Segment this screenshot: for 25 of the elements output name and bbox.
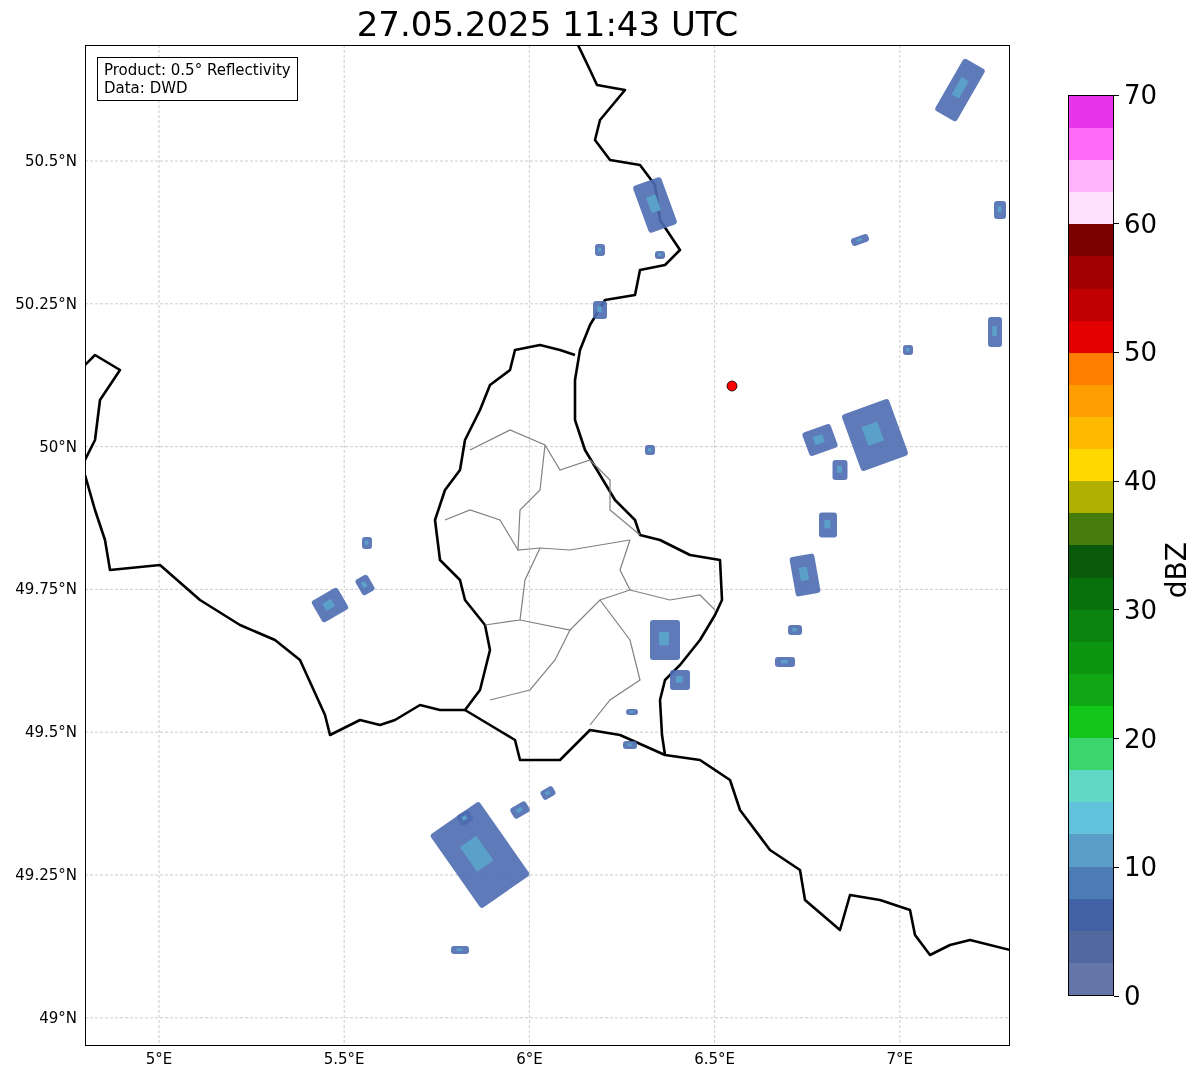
scale-label: 30	[1124, 596, 1158, 623]
chart-title: 27.05.2025 11:43 UTC	[356, 7, 739, 45]
latitude-label: 49.25°N	[15, 866, 77, 884]
scale-label: 10	[1124, 854, 1158, 881]
longitude-label: 5.5°E	[323, 1050, 365, 1068]
location-marker-icon	[726, 380, 738, 392]
legend-text: Product: 0.5° Reflectivity	[104, 61, 291, 79]
latitude-label: 50°N	[39, 437, 77, 456]
latitude-label: 49.5°N	[24, 723, 77, 742]
scale-label: 50	[1124, 339, 1158, 366]
scale-label: 70	[1124, 82, 1158, 108]
legend-text: Data: DWD	[104, 79, 189, 97]
latitude-label: 50.25°N	[15, 294, 77, 313]
scale-unit-label: dBZ	[1160, 542, 1193, 599]
latitude-label: 49.75°N	[15, 580, 77, 599]
latitude-label: 50.5°N	[24, 152, 77, 170]
scale-label: 20	[1124, 725, 1158, 752]
longitude-label: 5°E	[145, 1050, 173, 1068]
scale-label: 60	[1124, 210, 1158, 237]
scale-label: 40	[1124, 468, 1158, 495]
longitude-label: 7°E	[886, 1050, 914, 1068]
longitude-label: 6.5°E	[694, 1050, 735, 1068]
scale-label: 0	[1124, 983, 1141, 1009]
latitude-label: 49°N	[39, 1008, 77, 1027]
longitude-label: 6°E	[516, 1050, 543, 1068]
